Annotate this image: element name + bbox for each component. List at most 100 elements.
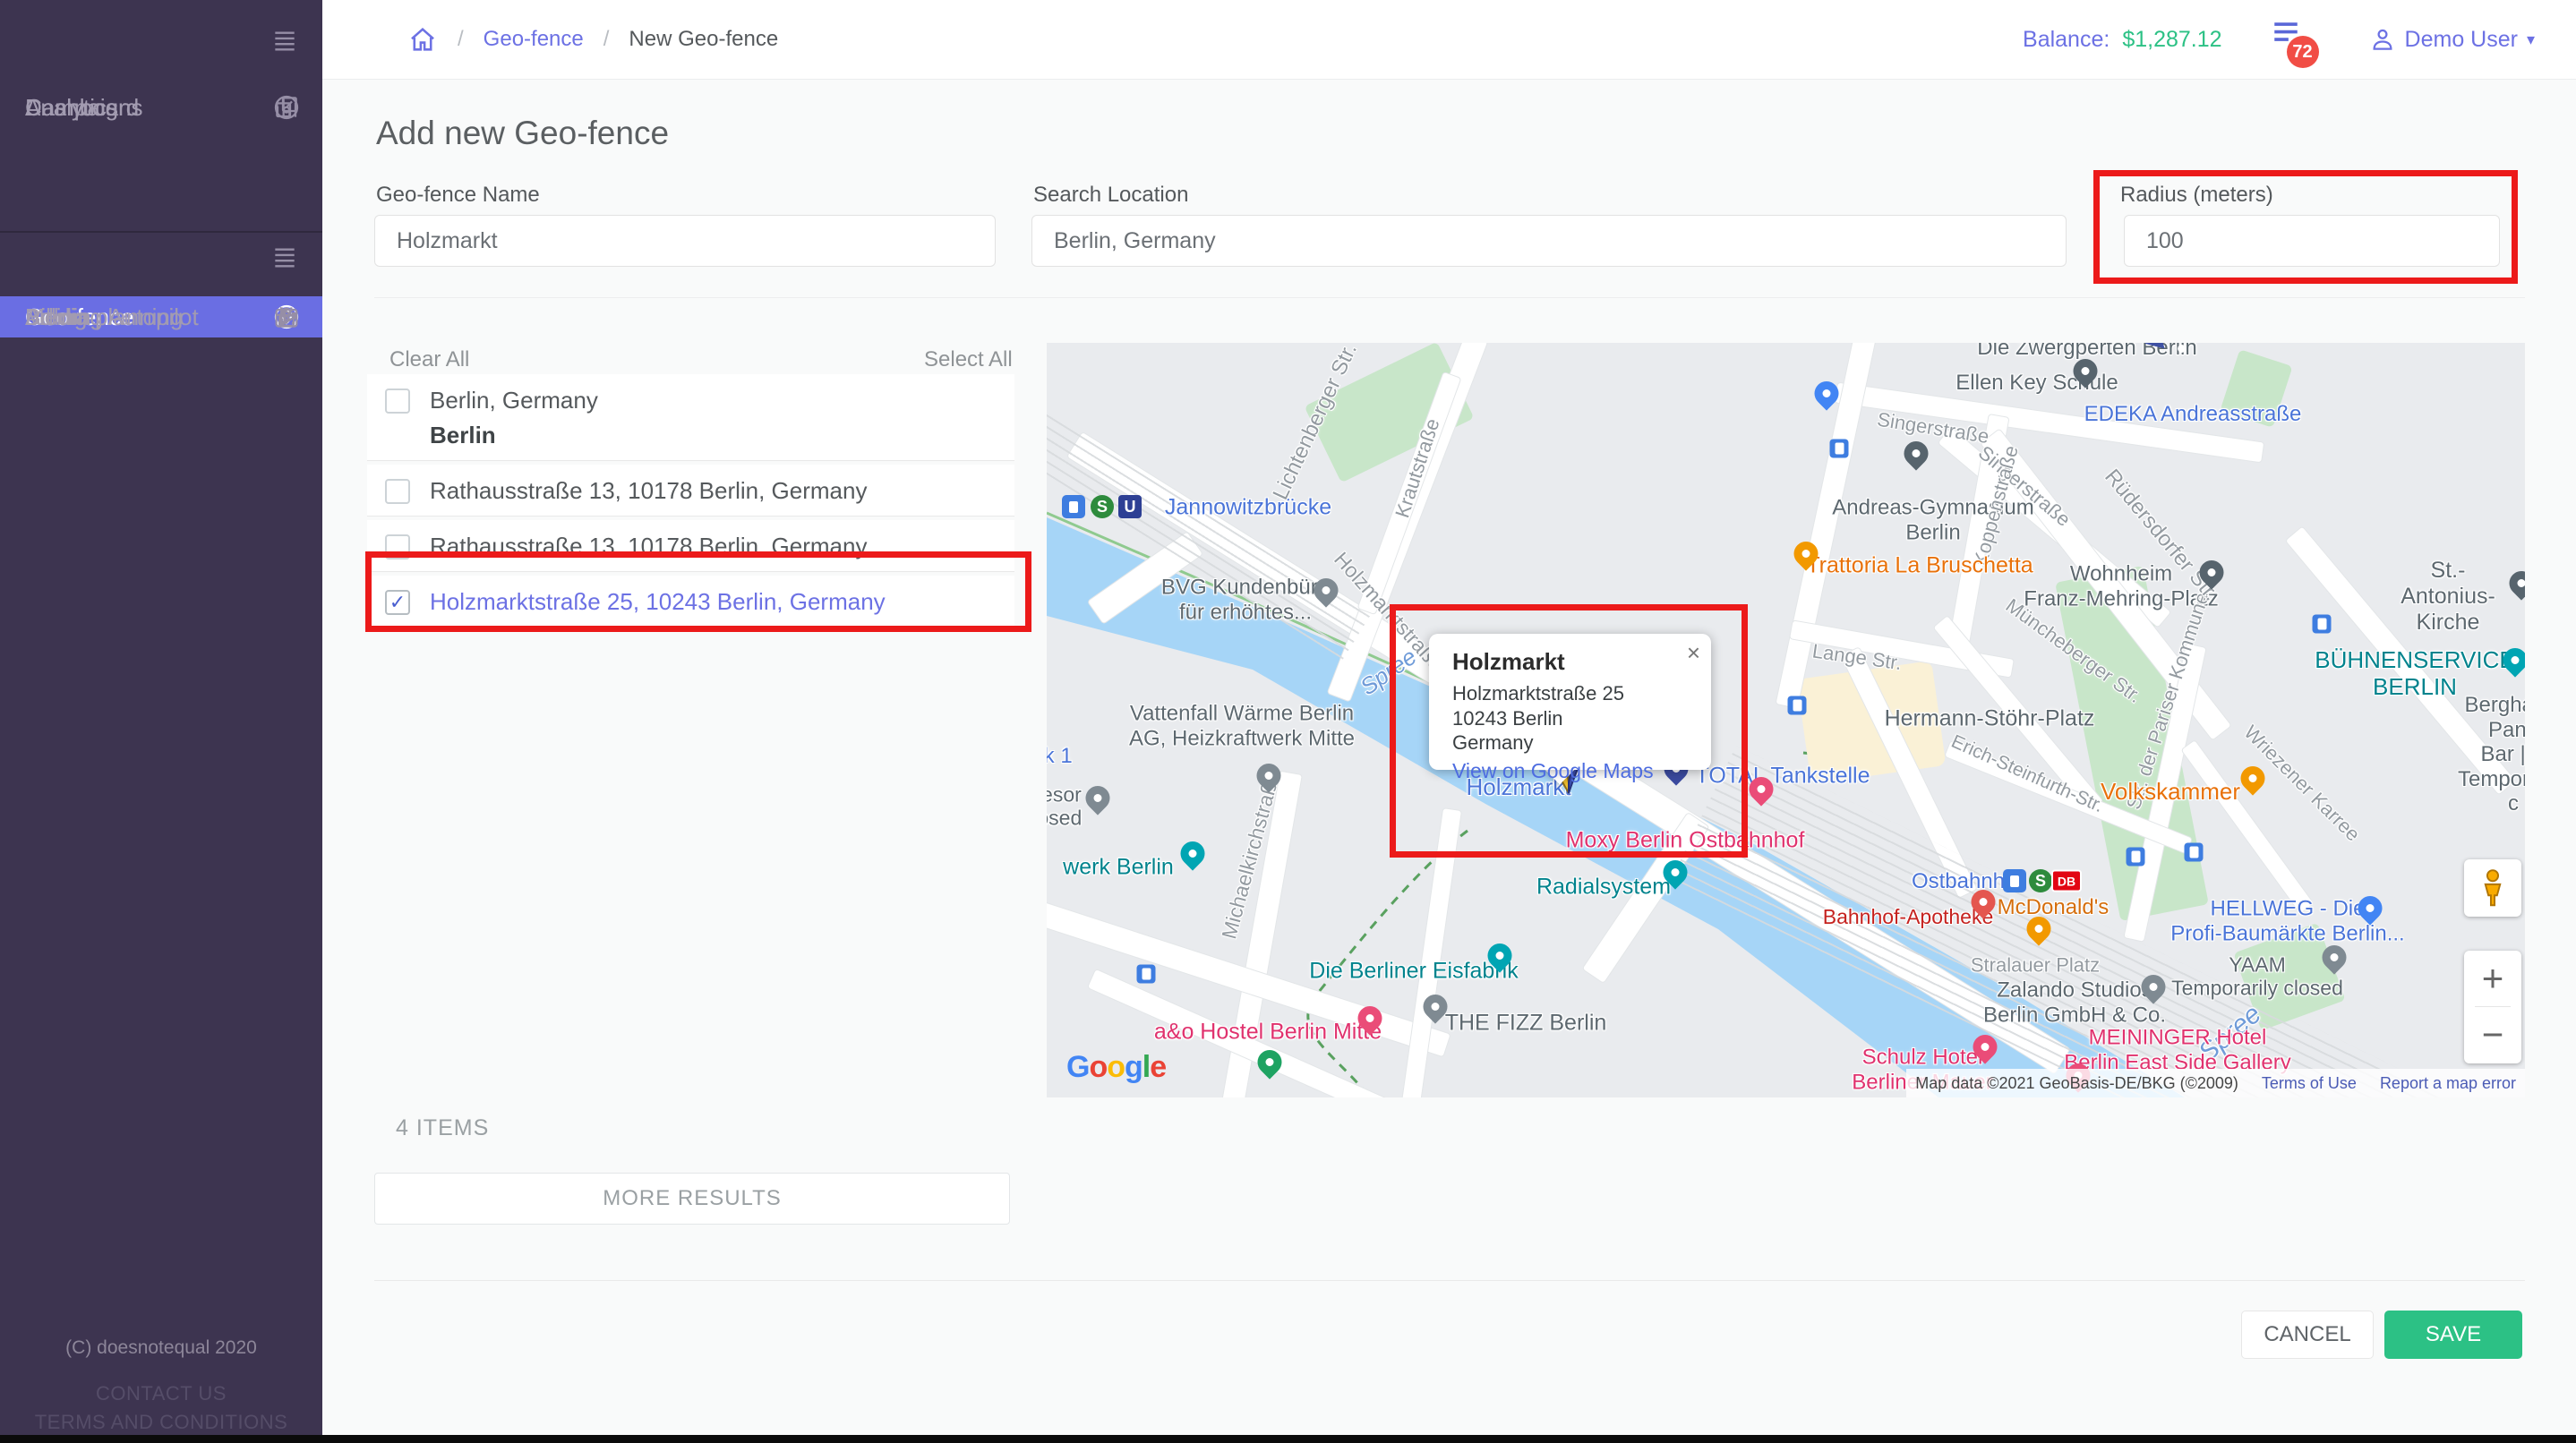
infowindow-address1: Holzmarktstraße 25 [1452,681,1693,706]
map-label: St.-Antonius-Kirche [2401,558,2495,635]
divider [374,1280,2525,1281]
map-label: TOTAL Tankstelle [1696,764,1870,790]
report-map-error-link[interactable]: Report a map error [2380,1074,2516,1093]
map-label: Zalando Studios Berlin GmbH & Co. [1983,978,2166,1027]
geo-fence-app: Dashboard Campaigns Analytics [0,0,2576,1443]
more-results-button[interactable]: MORE RESULTS [374,1173,1010,1225]
breadcrumb-current: New Geo-fence [629,27,778,52]
result-subtext: Berlin [430,422,598,449]
contact-us-link[interactable]: CONTACT US [0,1382,322,1405]
map-pin [2185,843,2204,862]
map-label: Tresor closed [1047,783,1082,831]
close-icon[interactable]: × [1687,641,1700,664]
map-label: Volkskammer [2101,779,2240,806]
geofence-name-input[interactable] [374,215,996,267]
hamburger-menu-icon[interactable] [267,243,303,272]
map-pin: U [1118,495,1142,518]
street-view-pegman[interactable] [2464,859,2521,917]
map-pin [1788,696,1807,715]
map[interactable]: Jannowitzbrücke BVG Kundenbüro für erhöht… [1047,343,2525,1097]
save-button[interactable]: SAVE [2384,1311,2522,1359]
zoom-in-button[interactable]: + [2464,951,2521,1006]
select-all-link[interactable]: Select All [924,347,1013,372]
sidebar-item-icon [272,93,301,122]
sidebar-item[interactable]: Admin [0,296,322,337]
map-label: Trattoria La Bruschetta [1806,553,2033,579]
result-row[interactable]: ✓ Rathausstraße 13, 10178 Berlin, German… [367,520,1014,572]
terms-of-use-link[interactable]: Terms of Use [2262,1074,2357,1093]
result-text: Holzmarktstraße 25, 10243 Berlin, German… [430,588,886,616]
infowindow-title: Holzmarkt [1452,648,1693,676]
balance-value: $1,287.12 [2122,27,2221,53]
sidebar-divider [0,231,322,233]
map-label: Moxy Berlin Ostbahnhof [1566,828,1805,854]
screen-bottom-edge [0,1435,2576,1443]
map-label: EDEKA Andreasstraße [2084,402,2302,427]
clear-all-link[interactable]: Clear All [389,347,469,372]
checkbox[interactable]: ✓ [385,479,410,504]
map-pin: DB [2051,870,2082,892]
copyright-text: (C) doesnotequal 2020 [0,1337,322,1359]
user-menu[interactable]: Demo User ▾ [2369,26,2535,53]
map-label: Radialsystem [1536,875,1671,901]
map-label: McDonald's [1998,895,2110,920]
chevron-down-icon: ▾ [2527,30,2535,49]
zoom-out-button[interactable]: − [2464,1007,2521,1063]
radius-input[interactable] [2124,215,2500,267]
map-label: THE FIZZ Berlin [1445,1011,1607,1037]
notifications-icon[interactable]: 72 [2271,13,2321,66]
map-pin [1830,440,1849,458]
result-row[interactable]: ✓ Rathausstraße 13, 10178 Berlin, German… [367,465,1014,517]
breadcrumb-separator: / [458,27,464,52]
map-label: Hermann-Stöhr-Platz [1885,706,2095,732]
map-label: Berghain | Pano Bar | S Temporarily c [2458,693,2525,816]
results-list: ✓ Berlin, Germany Berlin ✓ Rathausstraße… [367,374,1014,633]
divider [374,297,2525,298]
breadcrumb-geo-fence[interactable]: Geo-fence [484,27,584,52]
map-label: BVG Kundenbüro für erhöhtes... [1161,575,1330,624]
infowindow-address3: Germany [1452,730,1693,756]
notification-badge: 72 [2287,36,2319,68]
sidebar-item-icon [272,303,301,331]
pegman-icon [2478,868,2508,908]
map-pin [2313,615,2332,634]
map-label: Vattenfall Wärme Berlin AG, Heizkraftwer… [1129,701,1355,750]
map-pin [1137,965,1156,984]
balance-label: Balance: [2023,27,2110,53]
terms-link[interactable]: TERMS AND CONDITIONS [0,1411,322,1434]
result-row[interactable]: ✓ Holzmarktstraße 25, 10243 Berlin, Germ… [367,576,1014,629]
sidebar-item[interactable]: Analytics [0,81,322,134]
attribution-text: Map data ©2021 GeoBasis-DE/BKG (©2009) [1915,1074,2238,1093]
checkbox[interactable]: ✓ [385,590,410,615]
sidebar-footer: (C) doesnotequal 2020 CONTACT US TERMS A… [0,1337,322,1434]
view-on-google-maps-link[interactable]: View on Google Maps [1452,759,1693,783]
map-label: Die Berliner Eisfabrik [1309,959,1518,985]
sidebar-top-section: Dashboard Campaigns Analytics [0,0,322,231]
sidebar-item-label: Analytics [25,94,272,122]
checkbox[interactable]: ✓ [385,388,410,414]
map-infowindow: × Holzmarkt Holzmarktstraße 25 10243 Ber… [1429,634,1711,770]
cancel-button[interactable]: CANCEL [2241,1311,2374,1359]
user-icon [2369,26,2396,53]
map-zoom-control: + − [2464,951,2521,1063]
home-icon[interactable] [407,24,438,55]
items-count: 4 ITEMS [396,1115,489,1141]
hamburger-menu-icon[interactable] [267,27,303,56]
map-label: werk Berlin [1063,855,1174,881]
geofence-name-label: Geo-fence Name [376,183,540,208]
map-pin [1062,495,1085,518]
map-label: Jannowitzbrücke [1165,495,1331,521]
infowindow-address2: 10243 Berlin [1452,706,1693,731]
map-label: MEININGER Hotel Berlin East Side Gallery [2064,1025,2290,1074]
map-label: Park 1 [1047,744,1073,769]
search-location-label: Search Location [1033,183,1188,208]
topbar: / Geo-fence / New Geo-fence Balance: $1,… [322,0,2576,80]
page-title: Add new Geo-fence [376,115,669,152]
checkbox[interactable]: ✓ [385,534,410,559]
result-row[interactable]: ✓ Berlin, Germany Berlin [367,374,1014,461]
google-logo: Google [1066,1050,1166,1085]
search-location-input[interactable] [1031,215,2067,267]
sidebar: Dashboard Campaigns Analytics [0,0,322,1443]
map-pin [2003,869,2026,892]
map-pin: S [1091,495,1114,518]
